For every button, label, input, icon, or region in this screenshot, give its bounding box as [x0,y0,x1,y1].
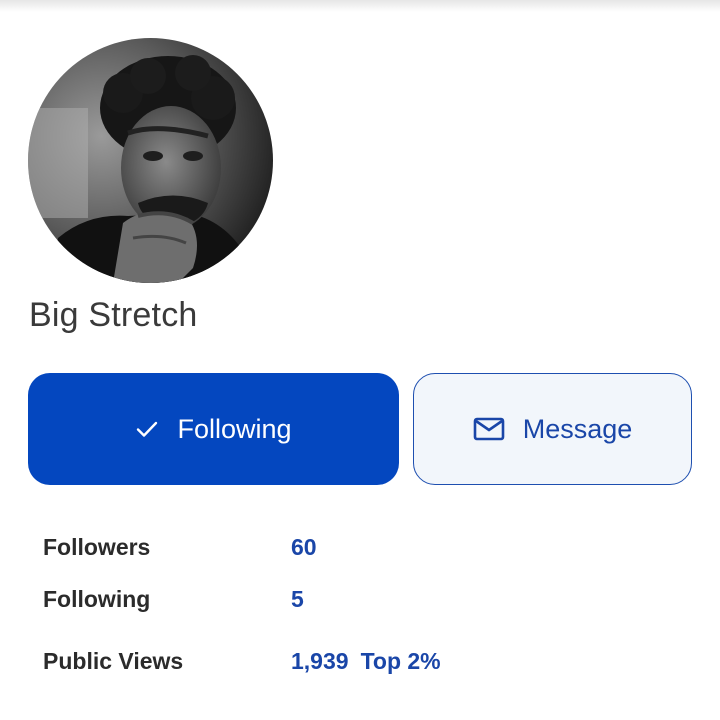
profile-stats: Followers 60 Following 5 Public Views 1,… [43,530,683,694]
followers-label: Followers [43,534,151,560]
following-row[interactable]: Following 5 [43,582,683,634]
public-views-count: 1,939 [291,648,349,674]
following-count[interactable]: 5 [291,586,304,613]
public-views-value: 1,939 Top 2% [291,648,441,675]
views-rank-badge: Top 2% [360,648,441,674]
following-label: Following [43,586,151,612]
public-views-label: Public Views [43,648,184,674]
followers-row[interactable]: Followers 60 [43,530,683,582]
profile-name: Big Stretch [29,296,198,334]
profile-photo [28,38,273,283]
message-button-label: Message [522,413,633,444]
public-views-row: Public Views 1,939 Top 2% [43,634,683,694]
following-button[interactable]: Following [28,373,399,485]
top-shadow-divider [0,0,720,12]
check-icon [135,417,159,441]
avatar[interactable] [28,38,273,283]
mail-icon [473,417,505,441]
followers-count[interactable]: 60 [291,534,317,561]
message-button[interactable]: Message [413,373,692,485]
following-button-label: Following [177,413,292,444]
